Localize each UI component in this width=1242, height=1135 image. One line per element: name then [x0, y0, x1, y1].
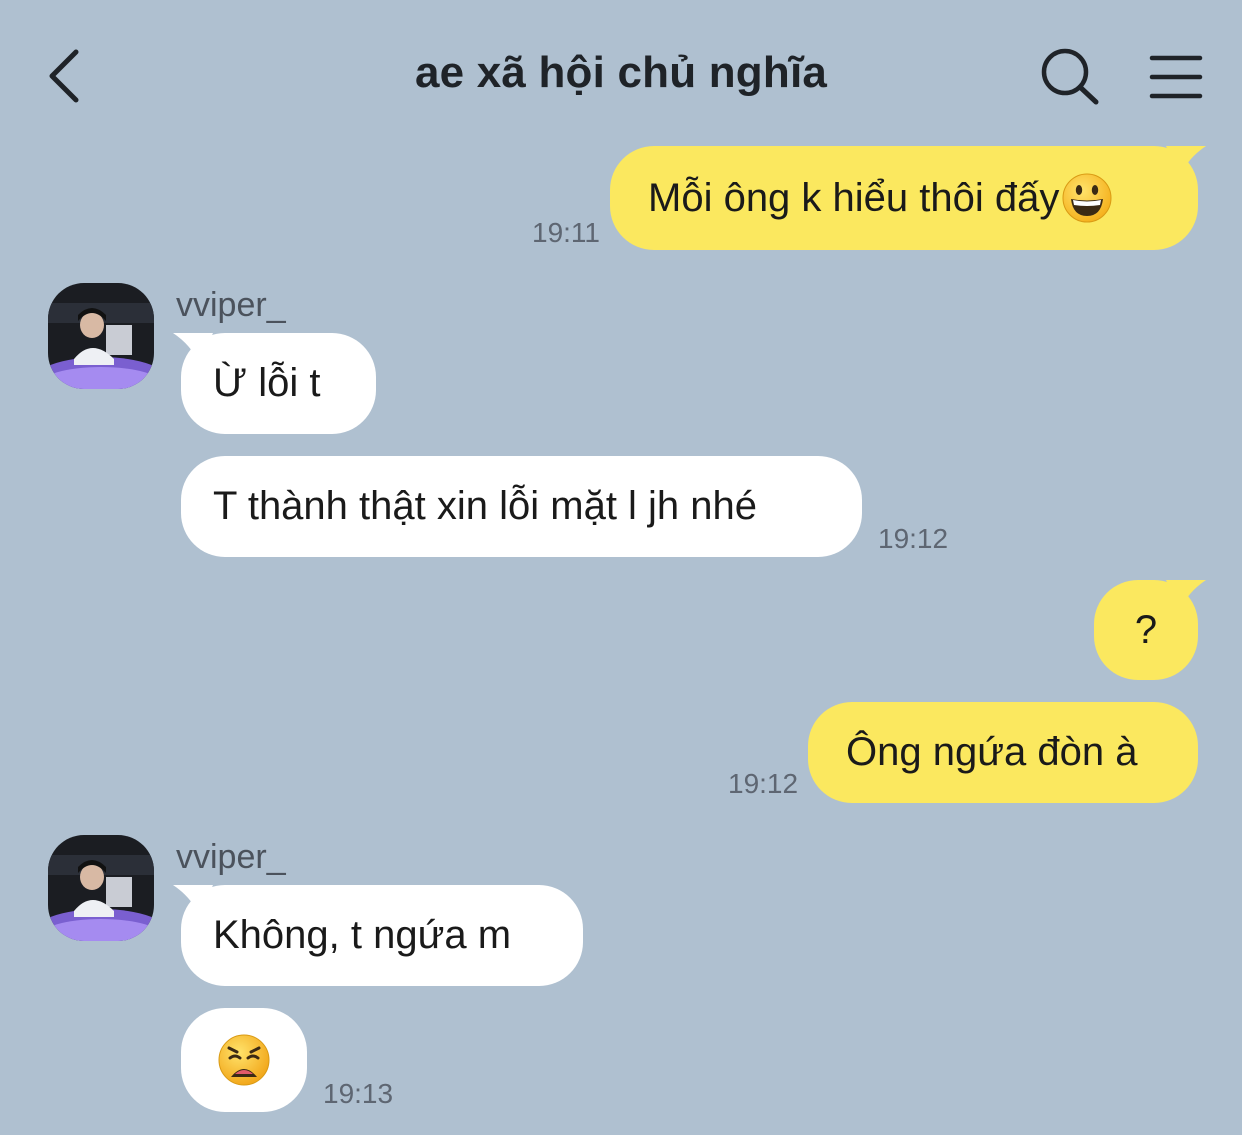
message-time: 19:13	[323, 1078, 394, 1109]
message-bubble-outgoing[interactable]: Mỗi ông k hiểu thôi đấy	[610, 146, 1206, 250]
bubble-tail	[1166, 580, 1206, 610]
hamburger-menu-icon	[1149, 55, 1203, 99]
bubble-tail	[1166, 146, 1206, 176]
message-bubble-incoming[interactable]	[181, 1008, 307, 1112]
message-bubble-incoming[interactable]: Ừ lỗi t	[173, 333, 376, 434]
message-text: Không, t ngứa m	[213, 913, 512, 957]
message-bubble-outgoing[interactable]: ?	[1094, 580, 1206, 680]
bubble-tail	[173, 333, 213, 363]
message-text: ?	[1134, 607, 1158, 652]
bubble-tail	[173, 885, 213, 915]
avatar-image	[48, 283, 154, 389]
message-text: Ông ngứa đòn à	[846, 730, 1138, 774]
chat-header: ae xã hội chủ nghĩa	[0, 0, 1242, 150]
sender-name: vviper_	[176, 838, 286, 876]
grinning-face-emoji-icon	[1062, 173, 1112, 223]
weary-face-emoji-icon	[218, 1034, 270, 1086]
avatar[interactable]	[48, 835, 154, 941]
avatar[interactable]	[48, 283, 154, 389]
search-button[interactable]	[1038, 46, 1102, 108]
message-time: 19:12	[728, 768, 799, 799]
sender-name: vviper_	[176, 286, 286, 324]
message-bubble-incoming[interactable]: Không, t ngứa m	[173, 885, 583, 986]
message-time: 19:11	[532, 217, 600, 248]
message-text: T thành thật xin lỗi mặt l jh nhé	[213, 484, 758, 528]
search-icon	[1041, 48, 1099, 105]
message-text: Ừ lỗi t	[213, 361, 321, 405]
avatar-image	[48, 835, 154, 941]
message-text: Mỗi ông k hiểu thôi đấy	[648, 175, 1060, 220]
message-bubble-incoming[interactable]: T thành thật xin lỗi mặt l jh nhé	[181, 456, 862, 557]
menu-button[interactable]	[1148, 52, 1204, 102]
message-time: 19:12	[878, 523, 949, 554]
message-bubble-outgoing[interactable]: Ông ngứa đòn à	[808, 702, 1198, 803]
